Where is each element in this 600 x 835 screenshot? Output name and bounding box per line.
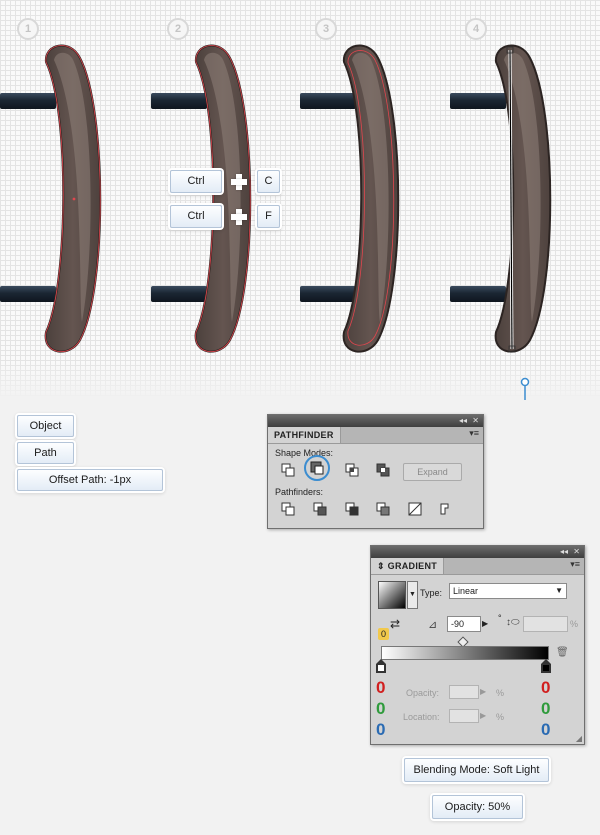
ctrl-key-front: Ctrl — [170, 205, 222, 228]
ctrl-key-copy: Ctrl — [170, 170, 222, 193]
right-stop-r: 0 — [541, 678, 551, 697]
intersect-icon[interactable] — [344, 462, 360, 478]
f-key: F — [257, 205, 280, 228]
location-step-icon[interactable]: ▶ — [480, 709, 486, 723]
panel-titlebar[interactable]: ◂◂ ✕ — [371, 546, 584, 558]
type-label: Type: — [420, 588, 443, 598]
opacity-step-icon[interactable]: ▶ — [480, 685, 486, 699]
location-input[interactable] — [449, 709, 479, 723]
outline-icon[interactable] — [407, 501, 423, 517]
degree-symbol: ° — [498, 613, 502, 623]
c-key: C — [257, 170, 280, 193]
opacity-percent: % — [496, 688, 505, 698]
panel-titlebar[interactable]: ◂◂ ✕ — [268, 415, 483, 427]
opacity-label: Opacity: — [406, 688, 440, 698]
gradient-slider[interactable] — [381, 646, 549, 660]
tab-gradient-label: GRADIENT — [387, 561, 438, 571]
type-value: Linear — [453, 586, 479, 596]
right-stop-b: 0 — [541, 720, 551, 739]
panel-menu-icon[interactable]: ▾≡ — [570, 559, 580, 570]
left-stop-r: 0 — [376, 678, 386, 697]
location-label: Location: — [403, 712, 440, 722]
chevron-down-icon: ▼ — [555, 586, 563, 595]
gradient-connector — [520, 377, 530, 400]
menu-path-note: Path — [17, 442, 74, 464]
close-icon[interactable]: ✕ — [573, 546, 580, 558]
unite-icon[interactable] — [280, 462, 296, 478]
minus-back-icon[interactable] — [438, 501, 454, 517]
plus-icon — [230, 173, 248, 191]
merge-icon[interactable] — [344, 501, 360, 517]
angle-input[interactable]: -90 — [447, 616, 481, 632]
opacity-input[interactable] — [449, 685, 479, 699]
exclude-icon[interactable] — [375, 462, 391, 478]
angle-icon: ⊿ — [428, 619, 438, 631]
trim-icon[interactable] — [312, 501, 328, 517]
left-stop-b: 0 — [376, 720, 386, 739]
tab-gradient[interactable]: ⇕ GRADIENT — [371, 558, 445, 574]
opacity-note: Opacity: 50% — [432, 795, 523, 819]
aspect-ratio-icon: ↕⬭ — [506, 617, 520, 628]
right-stop-g: 0 — [541, 699, 551, 718]
reverse-gradient-icon[interactable]: ⇄ — [390, 617, 406, 633]
close-icon[interactable]: ✕ — [472, 415, 479, 427]
angle-step-icon[interactable]: ▶ — [482, 616, 491, 632]
handle-step-1 — [44, 44, 102, 353]
offset-path-note: Offset Path: -1px — [17, 469, 163, 491]
tab-arrow-icon: ⇕ — [377, 561, 388, 571]
left-stop-g: 0 — [376, 699, 386, 718]
swatch-dropdown-icon[interactable]: ▼ — [407, 581, 418, 609]
aspect-percent: % — [570, 619, 579, 629]
pathfinder-panel: ◂◂ ✕ PATHFINDER ▾≡ Shape Modes: Expand P… — [267, 414, 484, 529]
gradient-panel: ◂◂ ✕ ⇕ GRADIENT ▾≡ ▼ Type: Linear ▼ ⇄ 0 … — [370, 545, 585, 745]
collapse-icon[interactable]: ◂◂ — [459, 415, 467, 427]
handle-illustrations — [0, 44, 552, 400]
resize-grip-icon[interactable]: ◢ — [576, 734, 582, 743]
panel-menu-icon[interactable]: ▾≡ — [469, 428, 479, 439]
blending-mode-note: Blending Mode: Soft Light — [404, 758, 549, 782]
color-stop-left[interactable] — [376, 659, 386, 673]
expand-button[interactable]: Expand — [403, 463, 462, 481]
collapse-icon[interactable]: ◂◂ — [560, 546, 568, 558]
tab-pathfinder[interactable]: PATHFINDER — [268, 427, 341, 443]
color-stop-right[interactable] — [541, 659, 551, 673]
crop-icon[interactable] — [375, 501, 391, 517]
pathfinders-label: Pathfinders: — [275, 487, 324, 497]
gradient-swatch[interactable] — [378, 581, 406, 609]
divide-icon[interactable] — [280, 501, 296, 517]
delete-stop-icon[interactable]: 🗑 — [556, 647, 569, 658]
minus-front-icon[interactable] — [309, 460, 325, 476]
location-percent: % — [496, 712, 505, 722]
handle-step-3 — [342, 44, 400, 353]
reverse-indicator: 0 — [378, 628, 389, 640]
menu-object-note: Object — [17, 415, 74, 437]
handle-step-4 — [494, 44, 552, 353]
type-select[interactable]: Linear ▼ — [449, 583, 567, 599]
plus-icon — [230, 208, 248, 226]
aspect-input[interactable] — [523, 616, 568, 632]
handle-step-2 — [194, 44, 252, 353]
